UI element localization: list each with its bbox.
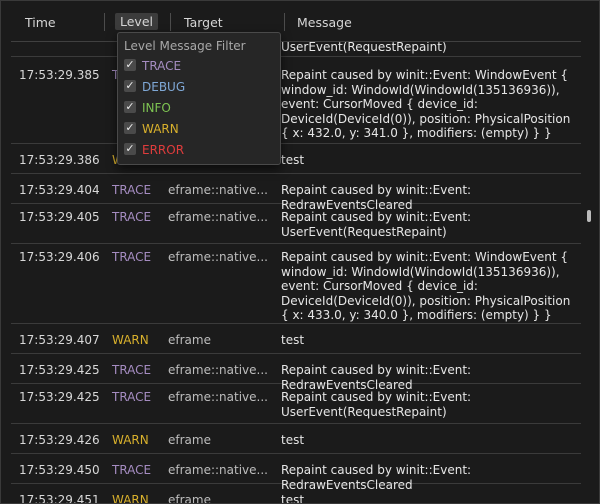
level-cell: TRACE xyxy=(112,250,152,264)
level-cell: WARN xyxy=(112,493,149,504)
filter-option-label: INFO xyxy=(142,101,171,115)
time-cell: 17:53:29.426 xyxy=(19,433,100,447)
level-cell: TRACE xyxy=(112,390,152,404)
filter-option-trace[interactable]: ✓ TRACE xyxy=(124,58,274,74)
target-cell: eframe xyxy=(168,493,211,504)
time-cell: 17:53:29.406 xyxy=(19,250,100,264)
filter-option-warn[interactable]: ✓ WARN xyxy=(124,121,274,137)
target-cell: eframe::native... xyxy=(168,390,268,404)
table-row[interactable]: 17:53:29.406 TRACE eframe::native... Repain… xyxy=(11,243,581,324)
table-row[interactable]: 17:53:29.450 TRACE eframe::native... Repain… xyxy=(11,453,581,492)
target-cell: eframe::native... xyxy=(168,183,268,197)
message-cell: test xyxy=(281,493,305,504)
message-cell: test xyxy=(281,433,305,447)
target-cell: eframe xyxy=(168,333,211,347)
header-time[interactable]: Time xyxy=(25,15,56,30)
time-cell: 17:53:29.385 xyxy=(19,68,100,82)
table-row[interactable]: 17:53:29.405 TRACE eframe::native... Repain… xyxy=(11,203,581,244)
column-divider[interactable] xyxy=(104,13,105,31)
checkbox[interactable]: ✓ xyxy=(124,143,136,155)
filter-option-label: DEBUG xyxy=(142,80,186,94)
target-cell: eframe::native... xyxy=(168,363,268,377)
time-cell: 17:53:29.451 xyxy=(19,493,100,504)
table-row[interactable]: 17:53:29.407 WARN eframe test xyxy=(11,323,581,354)
time-cell: 17:53:29.404 xyxy=(19,183,100,197)
filter-title: Level Message Filter xyxy=(124,39,246,53)
column-divider[interactable] xyxy=(170,13,171,31)
level-cell: WARN xyxy=(112,333,149,347)
message-cell: test xyxy=(281,153,305,167)
level-cell: TRACE xyxy=(112,463,152,477)
target-cell: eframe::native... xyxy=(168,250,268,264)
level-cell: TRACE xyxy=(112,183,152,197)
message-cell: test xyxy=(281,333,305,347)
log-viewer: Time Level Target Message UserEvent(Requ… xyxy=(0,0,600,504)
message-cell: Repaint caused by winit::Event: UserEven… xyxy=(281,390,472,419)
header-message[interactable]: Message xyxy=(297,15,352,30)
target-cell: eframe xyxy=(168,433,211,447)
log-table-body[interactable]: UserEvent(RequestRepaint) 17:53:29.385 TRA… xyxy=(1,42,587,504)
time-cell: 17:53:29.450 xyxy=(19,463,100,477)
table-row[interactable]: 17:53:29.425 TRACE eframe::native... Repain… xyxy=(11,383,581,424)
filter-option-debug[interactable]: ✓ DEBUG xyxy=(124,79,274,95)
message-cell: Repaint caused by winit::Event: WindowEv… xyxy=(281,68,571,140)
level-cell: TRACE xyxy=(112,363,152,377)
filter-option-info[interactable]: ✓ INFO xyxy=(124,100,274,116)
column-divider[interactable] xyxy=(284,13,285,31)
table-row[interactable]: 17:53:29.451 WARN eframe test xyxy=(11,483,581,504)
checkbox[interactable]: ✓ xyxy=(124,80,136,92)
table-row[interactable]: UserEvent(RequestRepaint) xyxy=(11,42,581,57)
table-row[interactable]: 17:53:29.426 WARN eframe test xyxy=(11,423,581,454)
target-cell: eframe::native... xyxy=(168,210,268,224)
filter-option-label: WARN xyxy=(142,122,179,136)
time-cell: 17:53:29.405 xyxy=(19,210,100,224)
filter-option-label: ERROR xyxy=(142,143,185,157)
filter-option-label: TRACE xyxy=(142,59,182,73)
time-cell: 17:53:29.425 xyxy=(19,390,100,404)
message-cell: Repaint caused by winit::Event: WindowEv… xyxy=(281,250,571,322)
table-header: Time Level Target Message xyxy=(1,1,599,41)
level-filter-button[interactable]: Level xyxy=(115,13,158,30)
table-row[interactable]: 17:53:29.386WARNeframetest xyxy=(11,143,581,174)
checkbox[interactable]: ✓ xyxy=(124,59,136,71)
time-cell: 17:53:29.425 xyxy=(19,363,100,377)
level-cell: WARN xyxy=(112,433,149,447)
checkbox[interactable]: ✓ xyxy=(124,101,136,113)
checkbox[interactable]: ✓ xyxy=(124,122,136,134)
header-target[interactable]: Target xyxy=(184,15,223,30)
target-cell: eframe::native... xyxy=(168,463,268,477)
level-cell: TRACE xyxy=(112,210,152,224)
filter-option-error[interactable]: ✓ ERROR xyxy=(124,142,274,158)
message-cell: UserEvent(RequestRepaint) xyxy=(281,42,447,54)
scrollbar-thumb[interactable] xyxy=(587,210,591,222)
table-row[interactable]: 17:53:29.404 TRACE eframe::native... Repain… xyxy=(11,173,581,212)
table-row[interactable]: 17:53:29.425 TRACE eframe::native... Repain… xyxy=(11,353,581,392)
message-cell: Repaint caused by winit::Event: UserEven… xyxy=(281,210,472,239)
time-cell: 17:53:29.407 xyxy=(19,333,100,347)
time-cell: 17:53:29.386 xyxy=(19,153,100,167)
level-filter-popup: Level Message Filter ✓ TRACE ✓ DEBUG ✓ INFO ✓ W… xyxy=(117,32,281,165)
table-row[interactable]: 17:53:29.385TRACEeframe::native...Repain… xyxy=(11,56,581,144)
